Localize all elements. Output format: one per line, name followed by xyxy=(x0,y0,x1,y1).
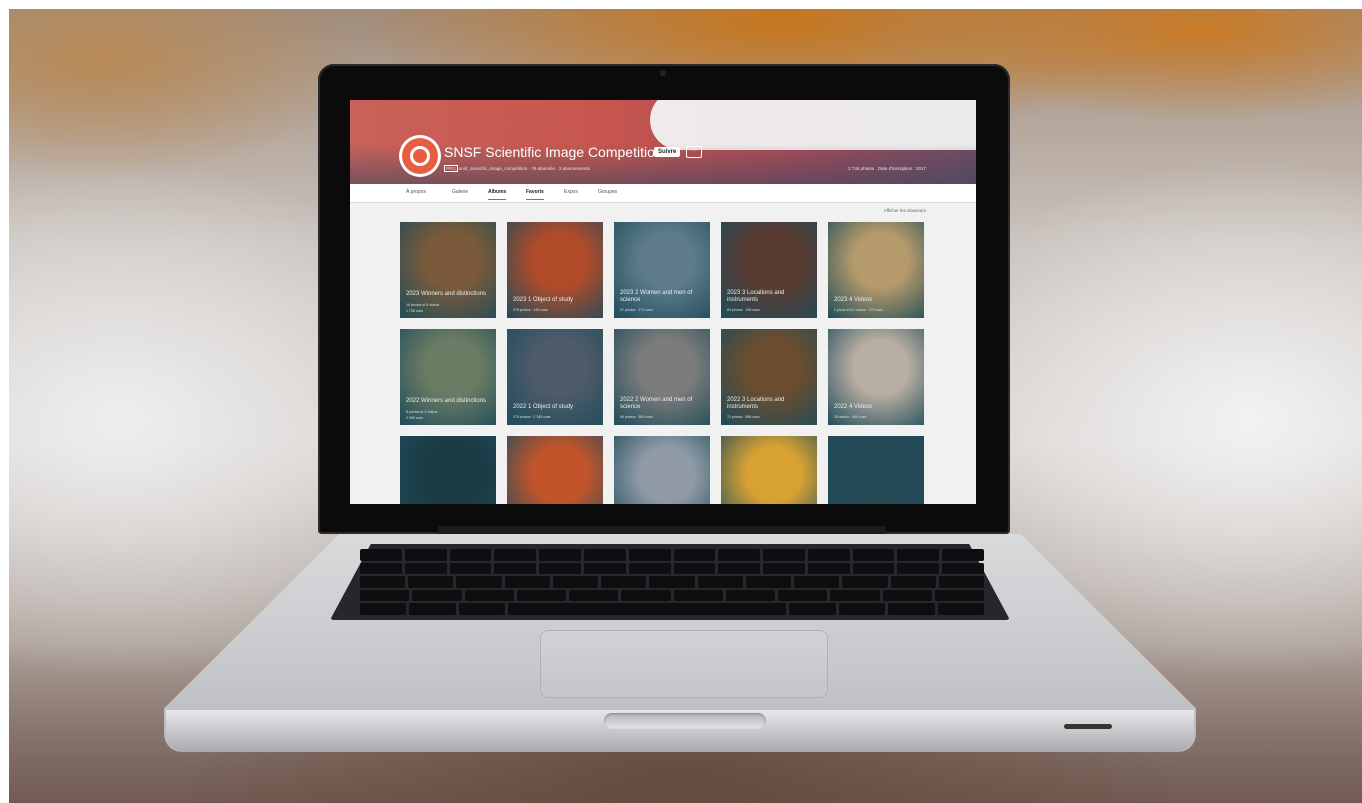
side-port xyxy=(1064,724,1112,729)
album-tile[interactable]: 2023 2 Women and men of science 97 photos… xyxy=(614,222,710,318)
album-meta: 16 photos et 5 vidéos xyxy=(406,303,440,307)
album-cover xyxy=(828,436,924,504)
follow-button[interactable]: Suivre xyxy=(654,147,681,157)
album-meta: 8 photos et 3 vidéos xyxy=(406,410,438,414)
avatar[interactable] xyxy=(402,138,438,174)
album-tile[interactable]: 2023 1 Object of study 278 photos · 449 v… xyxy=(507,222,603,318)
album-title: 2022 3 Locations and instruments xyxy=(727,397,785,410)
laptop-screen: SNSF Scientific Image Competition Suivre… xyxy=(350,100,976,504)
album-cover xyxy=(507,436,603,504)
album-title: 2023 1 Object of study xyxy=(513,297,574,303)
album-meta: 278 photos · 449 vues xyxy=(513,308,548,312)
album-tile[interactable]: 2022 2 Women and men of science 46 photos… xyxy=(614,329,710,425)
album-cover xyxy=(614,436,710,504)
album-cover xyxy=(721,436,817,504)
more-options-button[interactable]: ··· xyxy=(686,146,702,158)
album-title: 2023 4 Videos xyxy=(834,297,873,303)
show-classifiers-link[interactable]: Afficher les classeurs xyxy=(884,208,926,213)
tab-groups[interactable]: Groupes xyxy=(598,189,617,195)
following-link[interactable]: 2 abonnements xyxy=(559,166,590,171)
joined-date: Date d'inscription : 2017 xyxy=(877,166,926,171)
album-tile[interactable]: 2022 4 Videos 28 vidéos · 469 vues xyxy=(828,329,924,425)
album-views: 1 738 vues xyxy=(406,309,424,313)
album-tile[interactable] xyxy=(614,436,710,504)
profile-tabs: À propos Galerie Albums Favoris Expos Gr… xyxy=(350,184,976,203)
tab-about[interactable]: À propos xyxy=(406,189,426,195)
album-views: 2 499 vues xyxy=(406,416,424,420)
album-tile[interactable]: 2022 1 Object of study 178 photos · 2 349… xyxy=(507,329,603,425)
album-tile[interactable]: 2023 4 Videos 1 photo et 51 vidéos · 173 … xyxy=(828,222,924,318)
photos-count: 2 746 photos xyxy=(848,166,875,171)
album-title: 2022 1 Object of study xyxy=(513,404,574,410)
album-cover xyxy=(400,436,496,504)
album-title: 2022 2 Women and men of science xyxy=(620,397,693,410)
page-title: SNSF Scientific Image Competition xyxy=(444,144,663,160)
album-title: 2022 Winners and distinctions xyxy=(406,398,487,404)
trackpad xyxy=(540,630,828,698)
followers-link[interactable]: 76 abonnés xyxy=(531,166,555,171)
lid-notch xyxy=(604,713,766,729)
album-title: 2023 Winners and distinctions xyxy=(406,291,487,297)
profile-stats: 2 746 photos Date d'inscription : 2017 xyxy=(848,166,926,171)
album-tile[interactable]: 2023 3 Locations and instruments 84 photo… xyxy=(721,222,817,318)
pro-badge: PRO xyxy=(444,165,458,172)
profile-subinfo: PRO snsf_scientific_image_competition · … xyxy=(444,165,590,172)
camera-icon xyxy=(660,70,666,76)
album-tile[interactable] xyxy=(721,436,817,504)
tab-albums[interactable]: Albums xyxy=(488,189,507,200)
album-title: 2023 3 Locations and instruments xyxy=(727,290,785,303)
keyboard-keys xyxy=(359,549,985,615)
album-meta: 1 photo et 51 vidéos · 173 vues xyxy=(834,308,883,312)
album-tile[interactable] xyxy=(507,436,603,504)
album-meta: 178 photos · 2 349 vues xyxy=(513,415,551,419)
tab-favorites[interactable]: Favoris xyxy=(526,189,544,200)
album-title: 2023 2 Women and men of science xyxy=(620,290,693,303)
album-meta: 72 photos · 598 vues xyxy=(727,415,760,419)
album-tile[interactable]: 2022 Winners and distinctions 8 photos et… xyxy=(400,329,496,425)
album-tile[interactable] xyxy=(400,436,496,504)
tab-gallery[interactable]: Galerie xyxy=(452,189,468,195)
album-meta: 97 photos · 272 vues xyxy=(620,308,653,312)
album-meta: 84 photos · 198 vues xyxy=(727,308,760,312)
logo-icon xyxy=(410,146,430,166)
album-tile[interactable]: 2022 3 Locations and instruments 72 photo… xyxy=(721,329,817,425)
username: snsf_scientific_image_competition xyxy=(459,166,528,171)
album-meta: 46 photos · 859 vues xyxy=(620,415,653,419)
album-tile[interactable]: 2023 Winners and distinctions 16 photos e… xyxy=(400,222,496,318)
album-meta: 28 vidéos · 469 vues xyxy=(834,415,867,419)
album-title: 2022 4 Videos xyxy=(834,404,873,410)
tab-expos[interactable]: Expos xyxy=(564,189,578,195)
album-tile[interactable] xyxy=(828,436,924,504)
